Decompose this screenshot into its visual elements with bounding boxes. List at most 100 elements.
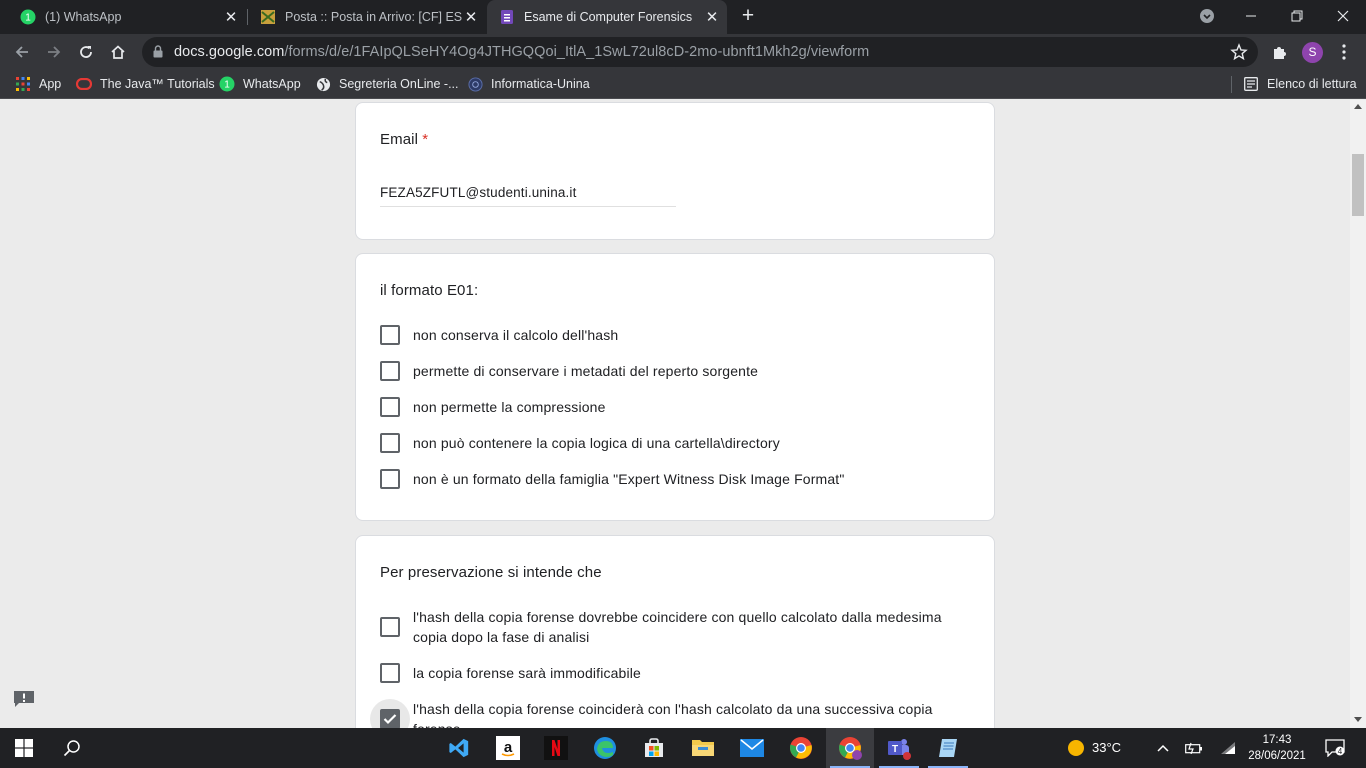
question-title: Per preservazione si intende che [380, 564, 602, 581]
checkbox-checked[interactable] [380, 709, 400, 728]
checkbox[interactable] [380, 325, 400, 345]
url-host: docs.google.com [174, 44, 285, 60]
svg-text:T: T [892, 744, 898, 755]
extensions-icon[interactable] [1270, 42, 1290, 62]
weather-temperature[interactable]: 33°C [1092, 740, 1121, 755]
reading-list-icon [1243, 76, 1259, 92]
edge-icon[interactable] [581, 728, 629, 768]
search-button[interactable] [48, 728, 96, 768]
feedback-icon[interactable] [13, 690, 35, 708]
close-tab-icon[interactable]: ✕ [222, 8, 240, 26]
home-icon[interactable] [104, 38, 132, 66]
start-button[interactable] [0, 728, 48, 768]
chevron-up-icon[interactable] [1150, 728, 1176, 768]
checkbox[interactable] [380, 397, 400, 417]
checkbox[interactable] [380, 663, 400, 683]
svg-text:a: a [504, 739, 513, 756]
bookmark-apps[interactable]: App [15, 70, 61, 98]
chrome-icon[interactable] [777, 728, 825, 768]
option-checkbox-row[interactable]: permette di conservare i metadati del re… [380, 361, 970, 381]
minimize-icon[interactable] [1228, 0, 1274, 32]
file-explorer-icon[interactable] [679, 728, 727, 768]
option-checkbox-row[interactable]: non conserva il calcolo dell'hash [380, 325, 970, 345]
page-scrollbar[interactable] [1350, 100, 1366, 728]
amazon-icon[interactable]: a [484, 728, 532, 768]
weather-icon[interactable] [1062, 728, 1090, 768]
scroll-thumb[interactable] [1352, 154, 1364, 216]
tab-forms[interactable]: Esame di Computer Forensics ✕ [487, 0, 727, 34]
close-window-icon[interactable] [1320, 0, 1366, 32]
required-asterisk: * [422, 131, 429, 148]
option-checkbox-row[interactable]: non è un formato della famiglia "Expert … [380, 469, 970, 489]
system-clock[interactable]: 17:43 28/06/2021 [1243, 732, 1311, 764]
scroll-down-arrow-icon[interactable] [1354, 717, 1362, 722]
option-label: l'hash della copia forense dovrebbe coin… [413, 609, 942, 645]
tab-strip: 1 (1) WhatsApp ✕ Posta :: Posta in Arriv… [0, 0, 1366, 34]
battery-icon[interactable] [1181, 728, 1207, 768]
bookmark-java-tutorials[interactable]: The Java™ Tutorials [76, 70, 215, 98]
clock-time: 17:43 [1262, 734, 1292, 746]
option-checkbox-row[interactable]: non può contenere la copia logica di una… [380, 433, 970, 453]
option-checkbox-row[interactable]: la copia forense sarà immodificabile [380, 663, 970, 683]
new-tab-button[interactable]: + [737, 5, 759, 27]
bookmark-label: The Java™ Tutorials [100, 77, 215, 91]
svg-text:1: 1 [224, 80, 230, 91]
scroll-up-arrow-icon[interactable] [1354, 104, 1362, 109]
option-label: non permette la compressione [413, 399, 606, 415]
bookmark-whatsapp[interactable]: 1 WhatsApp [219, 70, 301, 98]
netflix-icon[interactable] [532, 728, 580, 768]
unina-icon [467, 76, 483, 92]
url-path: /forms/d/e/1FAIpQLSeHY4Og4JTHGQQoi_ItlA_… [284, 44, 870, 60]
windows-taskbar: a T 33°C 17:43 28/06/2021 4 [0, 728, 1366, 768]
tab-posta[interactable]: Posta :: Posta in Arrivo: [CF] ES28 ✕ [248, 0, 486, 34]
reload-icon[interactable] [72, 38, 100, 66]
reading-list-button[interactable]: Elenco di lettura [1243, 70, 1357, 98]
question-title: Email * [380, 131, 428, 148]
wifi-icon[interactable] [1215, 728, 1241, 768]
back-icon[interactable] [8, 38, 36, 66]
close-tab-icon[interactable]: ✕ [462, 8, 480, 26]
bookmark-informatica-unina[interactable]: Informatica-Unina [467, 70, 590, 98]
email-field[interactable]: FEZA5ZFUTL@studenti.unina.it [380, 185, 676, 207]
close-tab-icon[interactable]: ✕ [703, 8, 721, 26]
profile-avatar[interactable]: S [1302, 42, 1323, 63]
store-icon[interactable] [630, 728, 678, 768]
bookmark-segreteria[interactable]: Segreteria OnLine -... [315, 70, 459, 98]
whatsapp-icon: 1 [219, 76, 235, 92]
forward-icon[interactable] [40, 38, 68, 66]
option-checkbox-row[interactable]: non permette la compressione [380, 397, 970, 417]
tab-whatsapp[interactable]: 1 (1) WhatsApp ✕ [8, 0, 246, 34]
bookmark-star-icon[interactable] [1230, 43, 1248, 66]
bookmarks-bar: App The Java™ Tutorials 1 WhatsApp Segre… [0, 70, 1366, 99]
visual-studio-icon[interactable] [435, 728, 483, 768]
teams-icon[interactable]: T [875, 728, 923, 768]
google-forms-icon [499, 9, 515, 25]
mail-app-icon[interactable] [728, 728, 776, 768]
option-checkbox-row[interactable]: l'hash della copia forense coinciderà co… [370, 699, 970, 728]
option-label: non è un formato della famiglia "Expert … [413, 471, 845, 487]
tab-search-icon[interactable] [1184, 0, 1230, 32]
bookmark-label: Informatica-Unina [491, 77, 590, 91]
option-checkbox-row[interactable]: l'hash della copia forense dovrebbe coin… [380, 607, 970, 647]
globe-icon [315, 76, 331, 92]
question-title: il formato E01: [380, 282, 479, 299]
mail-icon [260, 9, 276, 25]
windows-icon [15, 739, 33, 757]
checkbox[interactable] [380, 433, 400, 453]
address-bar[interactable]: docs.google.com/forms/d/e/1FAIpQLSeHY4Og… [142, 37, 1258, 67]
lock-icon[interactable] [153, 45, 163, 63]
notification-center-icon[interactable]: 4 [1318, 728, 1352, 768]
option-label: permette di conservare i metadati del re… [413, 363, 759, 379]
chrome-profile-icon[interactable] [826, 728, 874, 768]
menu-icon[interactable] [1334, 42, 1354, 62]
option-label: non può contenere la copia logica di una… [413, 435, 780, 451]
notepad-icon[interactable] [924, 728, 972, 768]
restore-icon[interactable] [1274, 0, 1320, 32]
oracle-icon [76, 76, 92, 92]
checkbox[interactable] [380, 617, 400, 637]
checkbox[interactable] [380, 361, 400, 381]
option-label: l'hash della copia forense coinciderà co… [413, 701, 933, 728]
tab-title: Esame di Computer Forensics [524, 10, 693, 24]
question-card-e01: il formato E01: non conserva il calcolo … [355, 253, 995, 521]
checkbox[interactable] [380, 469, 400, 489]
